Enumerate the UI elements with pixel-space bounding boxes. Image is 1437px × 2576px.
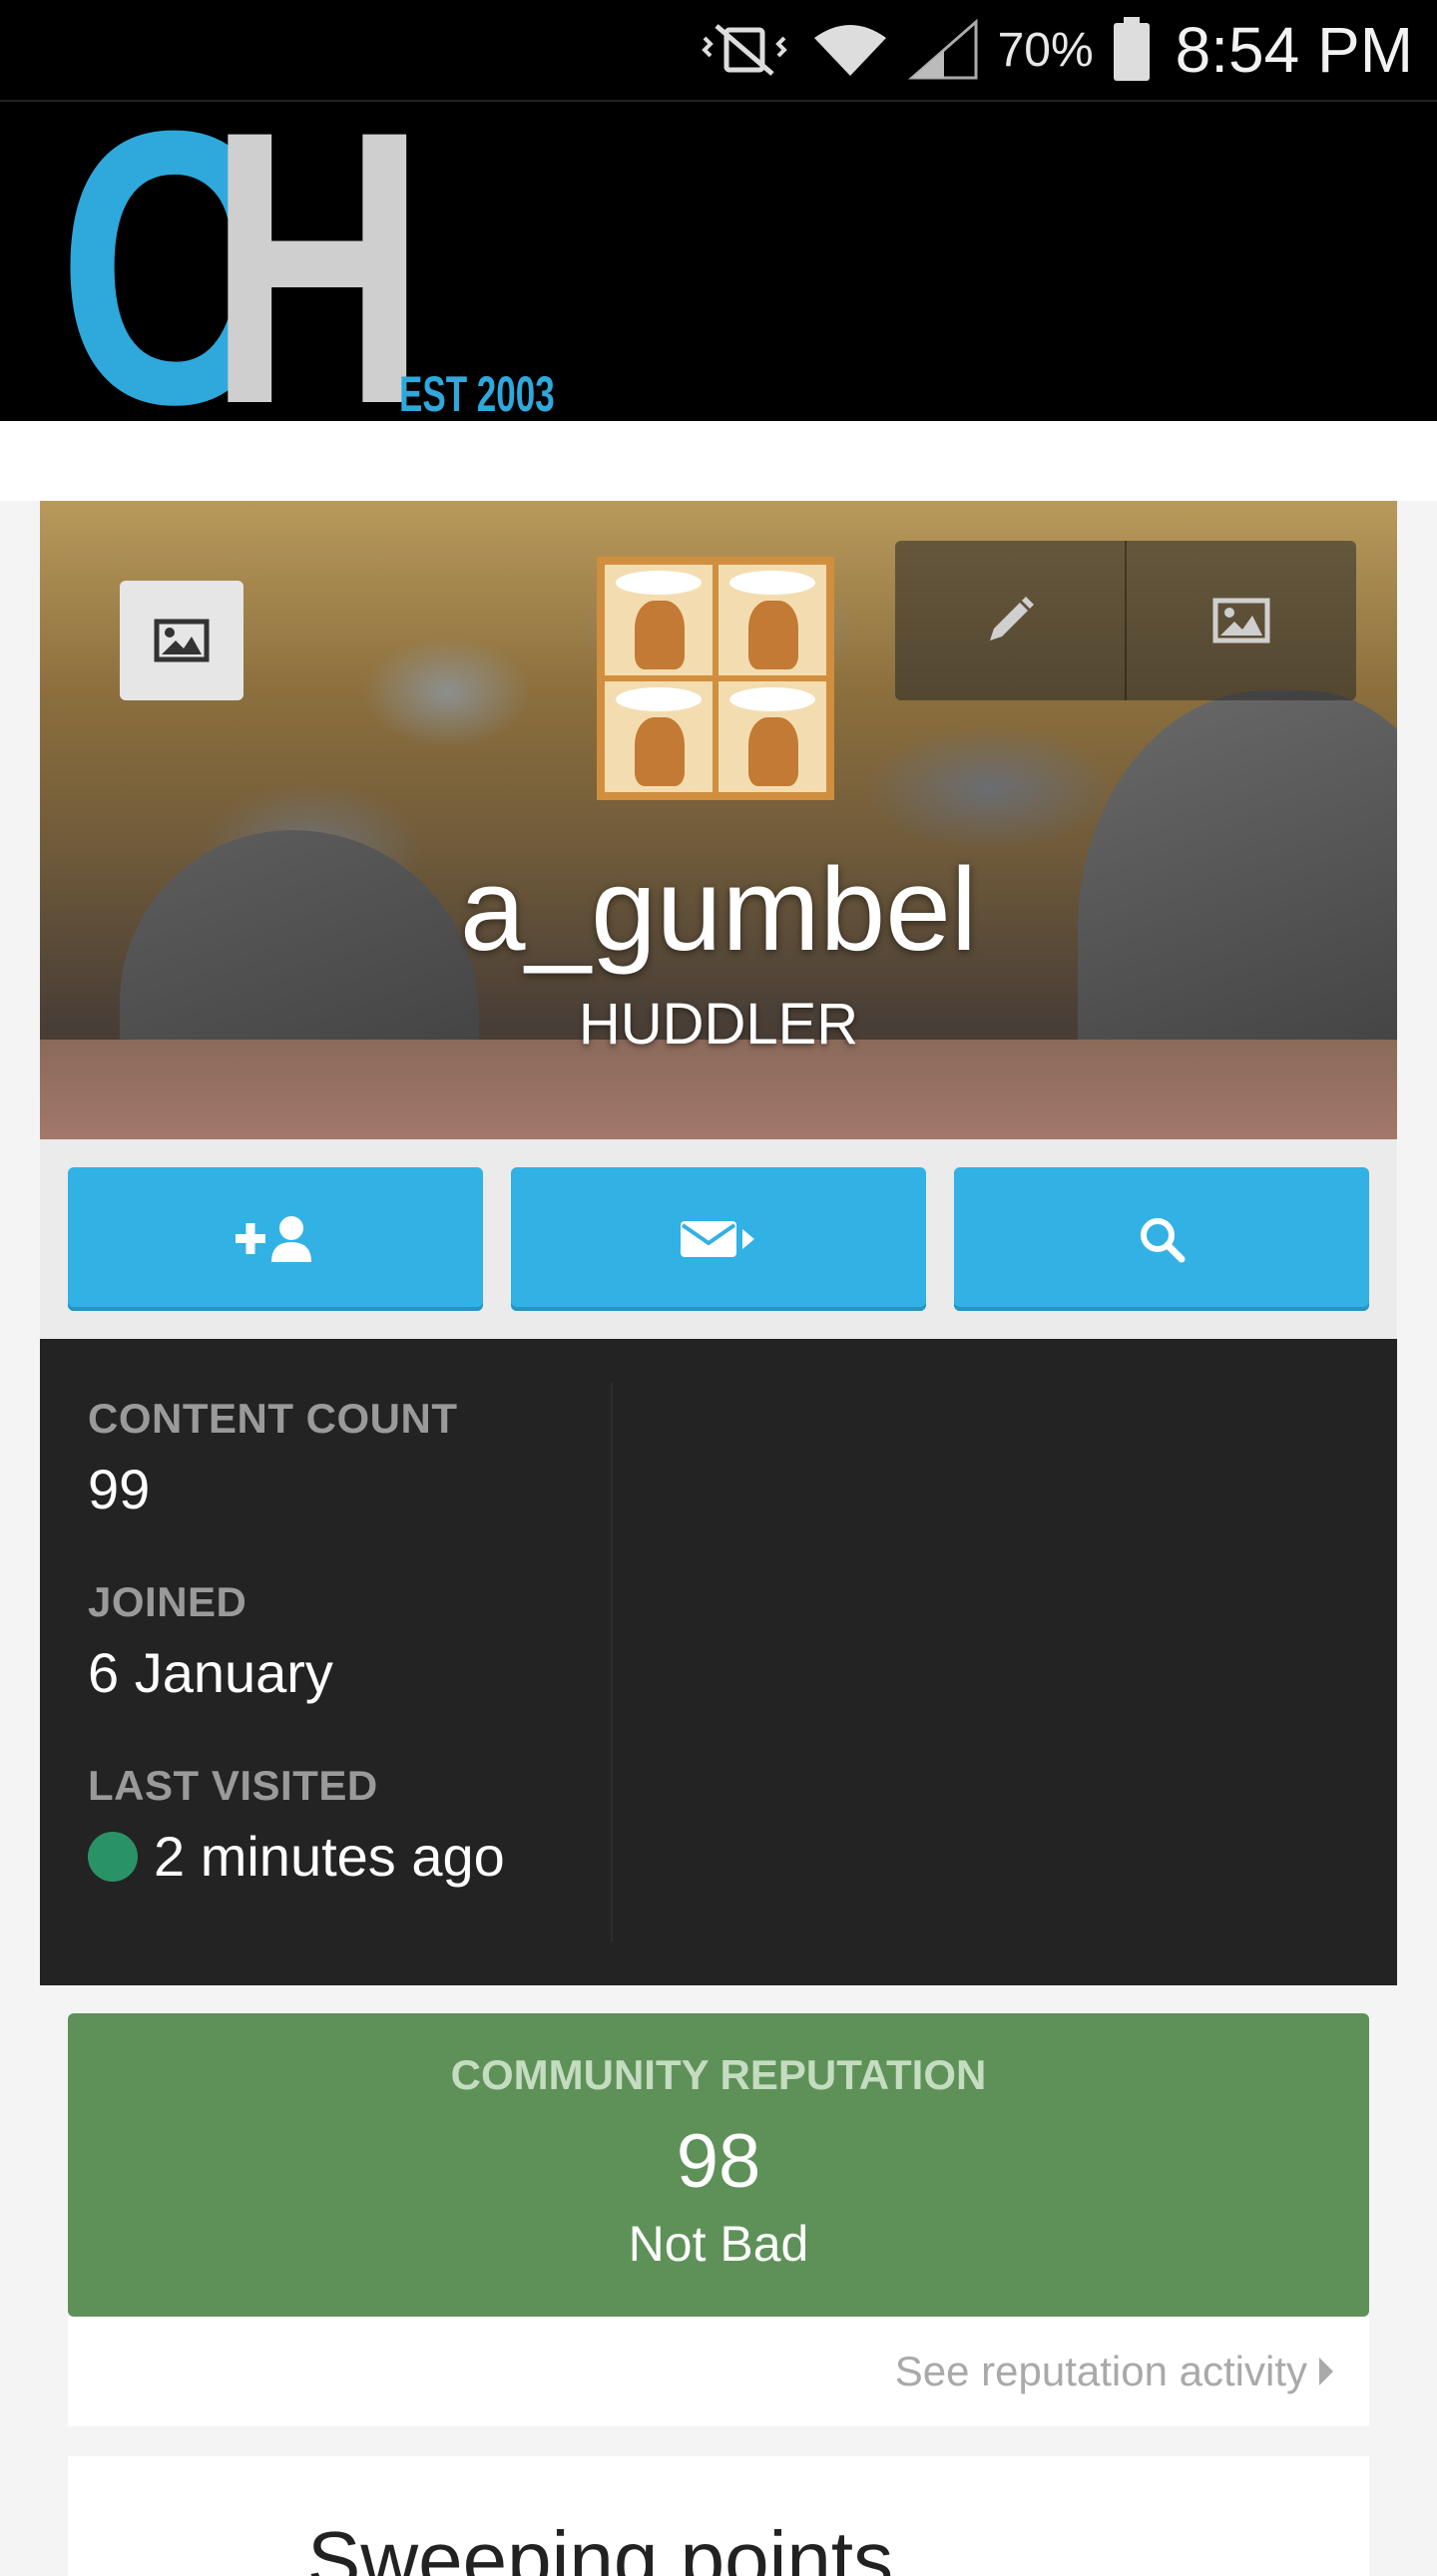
add-friend-icon xyxy=(236,1216,311,1262)
stat-value-row: 2 minutes ago xyxy=(88,1824,505,1889)
site-header: C H EST 2003 xyxy=(0,73,1437,462)
caret-right-icon xyxy=(1319,2358,1333,2385)
stat-joined: JOINED 6 January xyxy=(88,1578,333,1705)
stat-last-visited: LAST VISITED 2 minutes ago xyxy=(88,1762,505,1889)
reputation-value: 98 xyxy=(676,2119,761,2204)
signal-icon xyxy=(907,18,980,82)
send-message-button[interactable] xyxy=(511,1167,926,1311)
header-spacer xyxy=(0,421,1437,501)
cover-tools xyxy=(895,541,1356,700)
pencil-icon xyxy=(990,597,1034,641)
stat-value: 2 minutes ago xyxy=(154,1825,505,1888)
avatar-comic-panel xyxy=(605,565,713,675)
battery-icon xyxy=(1112,17,1152,83)
logo-tagline: EST 2003 xyxy=(399,366,555,422)
online-status-icon xyxy=(88,1831,138,1882)
reputation-label: COMMUNITY REPUTATION xyxy=(450,2051,987,2098)
stat-value: 6 January xyxy=(88,1641,333,1704)
search-icon xyxy=(1141,1218,1186,1263)
stat-label: JOINED xyxy=(88,1578,247,1625)
avatar-comic-panel xyxy=(718,565,826,675)
profile-actions xyxy=(40,1139,1397,1339)
vibrate-mute-icon xyxy=(697,20,792,80)
profile-stats: CONTENT COUNT 99 JOINED 6 January LAST V… xyxy=(40,1339,1397,1985)
stats-divider xyxy=(611,1383,613,1941)
image-icon xyxy=(154,619,210,662)
reputation-activity-link[interactable]: See reputation activity xyxy=(68,2317,1369,2426)
edit-cover-photo-button[interactable] xyxy=(1125,541,1356,700)
search-content-button[interactable] xyxy=(954,1167,1369,1311)
site-logo[interactable]: C H EST 2003 xyxy=(58,73,557,462)
reputation-badge: COMMUNITY REPUTATION 98 Not Bad xyxy=(68,2013,1369,2317)
edit-profile-button[interactable] xyxy=(895,541,1125,700)
clock: 8:54 PM xyxy=(1175,14,1413,86)
next-card-title: Sweeping points xyxy=(307,2515,894,2576)
message-icon xyxy=(681,1221,754,1257)
image-icon xyxy=(1212,598,1270,644)
stat-label: LAST VISITED xyxy=(88,1762,378,1809)
stat-label: CONTENT COUNT xyxy=(88,1395,458,1442)
profile-usergroup: HUDDLER xyxy=(578,992,859,1057)
wifi-icon xyxy=(810,18,890,82)
stat-content-count: CONTENT COUNT 99 xyxy=(88,1395,457,1521)
logo-letter-h: H xyxy=(208,50,427,485)
next-card: Sweeping points xyxy=(68,2456,1369,2576)
change-cover-button[interactable] xyxy=(120,581,243,700)
battery-percent: 70% xyxy=(997,23,1094,77)
avatar[interactable] xyxy=(597,557,834,800)
avatar-comic-panel xyxy=(718,681,826,792)
avatar-comic-panel xyxy=(605,681,713,792)
reputation-text: Not Bad xyxy=(628,2216,809,2272)
stat-value: 99 xyxy=(88,1458,151,1520)
reputation-link-label: See reputation activity xyxy=(894,2348,1307,2394)
reputation-section: COMMUNITY REPUTATION 98 Not Bad See repu… xyxy=(40,1985,1397,2576)
profile-username: a_gumbel xyxy=(459,844,978,976)
add-friend-button[interactable] xyxy=(68,1167,483,1311)
profile-cover: a_gumbel HUDDLER xyxy=(40,501,1397,1139)
